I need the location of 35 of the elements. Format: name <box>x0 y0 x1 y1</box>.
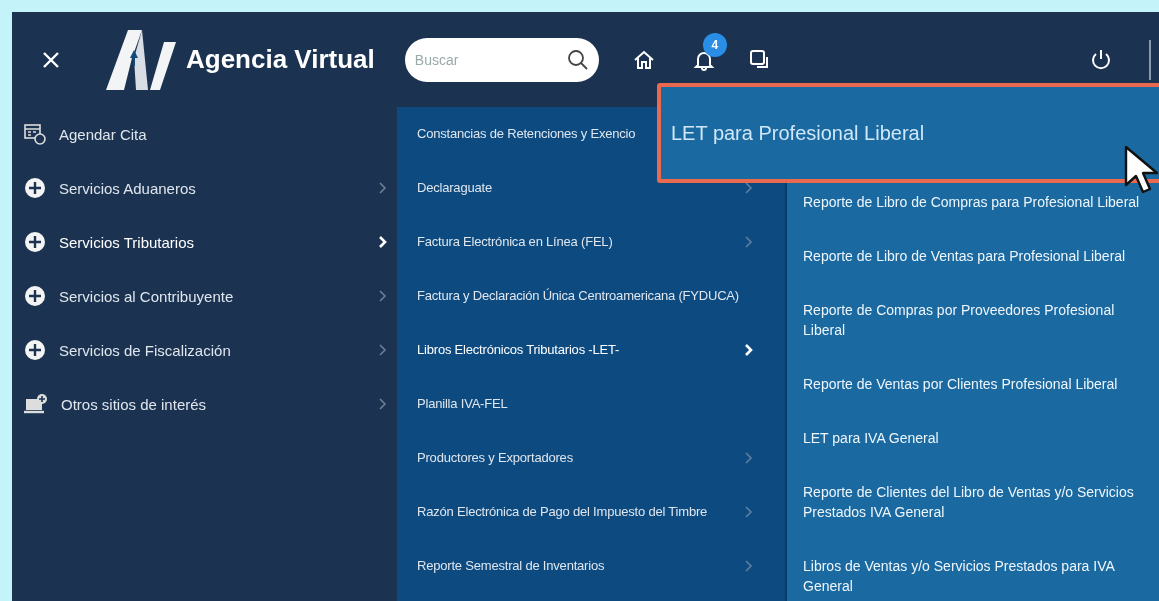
submenu-item[interactable]: Factura y Declaración Única Centroamericana (FYDUCA) <box>397 269 785 323</box>
submenu-item[interactable]: Libros de Ventas y/o Servicios Prestados para IVA General <box>787 539 1159 601</box>
submenu-item[interactable]: Reporte de Libro de Ventas para Profesional Liberal <box>787 229 1159 283</box>
submenu-item[interactable]: Reporte Semestral de Inventarios <box>397 539 785 593</box>
search-field[interactable]: Buscar <box>404 37 599 82</box>
logo-icon <box>104 27 178 92</box>
submenu-item[interactable]: Declaraguate <box>397 161 785 215</box>
submenu-item[interactable]: Reporte de Ventas por Clientes Profesional Liberal <box>787 357 1159 411</box>
submenu-item[interactable]: Planilla IVA-FEL <box>397 377 785 431</box>
submenu-item[interactable]: Reporte de Compras por Proveedores Profesional Liberal <box>787 283 1159 357</box>
plus-icon <box>24 285 46 307</box>
laptop-plus-icon <box>24 393 48 415</box>
submenu-item[interactable]: LET para IVA General <box>787 411 1159 465</box>
search-icon <box>566 48 589 71</box>
menu-item[interactable]: Servicios Tributarios <box>12 215 397 269</box>
power-icon[interactable] <box>1089 47 1113 72</box>
submenu-item[interactable]: Factura Electrónica en Línea (FEL) <box>397 215 785 269</box>
menu-item[interactable]: Agendar Cita <box>12 107 397 161</box>
menu-item[interactable]: Otros sitios de interés <box>12 377 397 431</box>
plus-icon <box>24 231 46 253</box>
submenu-item[interactable]: Reporte de Clientes del Libro de Ventas y/o Servicios Prestados IVA General <box>787 465 1159 539</box>
menu-item[interactable]: Servicios al Contribuyente <box>12 269 397 323</box>
brand-name: Agencia Virtual <box>186 44 375 75</box>
plus-icon <box>24 339 46 361</box>
submenu-item[interactable]: Libros Electrónicos Tributarios -LET- <box>397 323 785 377</box>
notification-badge: 4 <box>702 32 727 57</box>
plus-icon <box>24 177 46 199</box>
submenu-item[interactable]: Razón Electrónica de Pago del Impuesto del Timbre <box>397 485 785 539</box>
menu-item[interactable]: Servicios Aduaneros <box>12 161 397 215</box>
submenu-item[interactable]: Productores y Exportadores <box>397 431 785 485</box>
callout-text: LET para Profesional Liberal <box>671 121 925 145</box>
menu-item[interactable]: Servicios de Fiscalización <box>12 323 397 377</box>
home-icon[interactable] <box>632 48 655 71</box>
copy-icon[interactable] <box>748 48 771 71</box>
calendar-clock-icon <box>24 123 46 145</box>
